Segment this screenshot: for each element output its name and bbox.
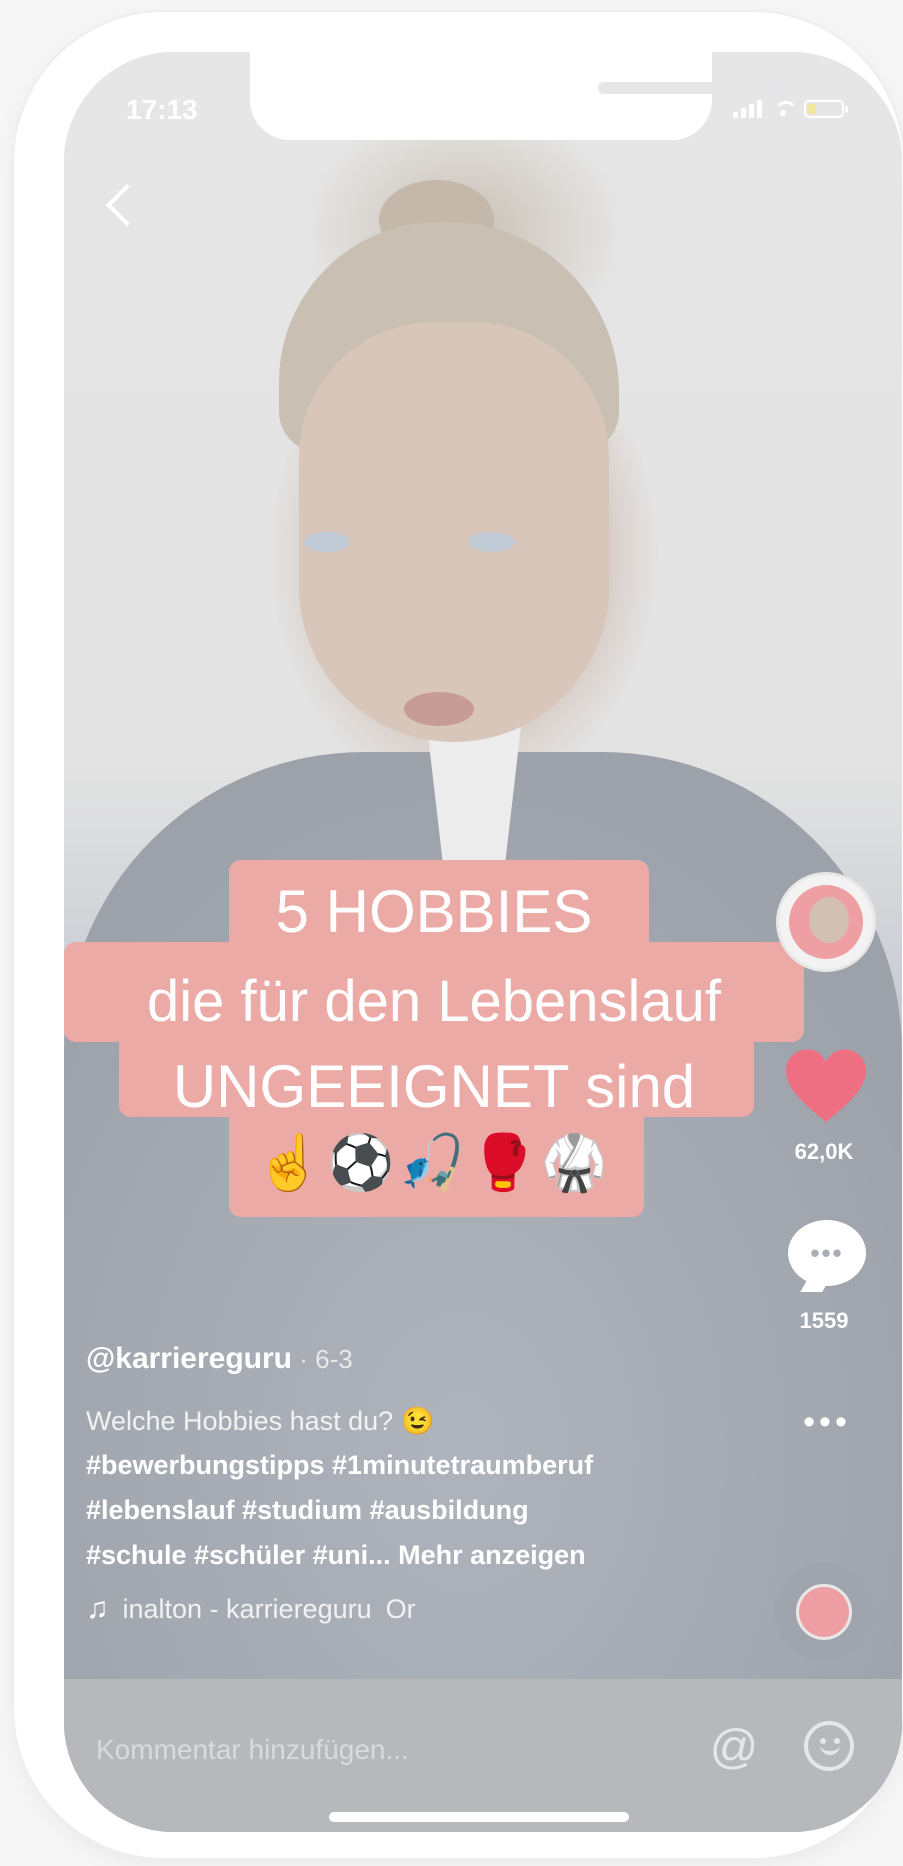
show-more-link[interactable]: Mehr anzeigen [398,1540,586,1570]
username-text[interactable]: @karriereguru [86,1342,292,1375]
emoji-icon[interactable] [804,1721,854,1771]
caption-hashtags[interactable]: #bewerbungstipps #1minutetraumberuf [86,1450,593,1481]
video-person-eye-left [304,532,350,552]
caption-text: Welche Hobbies hast du? 😉 [86,1406,435,1436]
status-icons [733,100,848,118]
sound-name[interactable]: inalton - karriereguru [123,1594,372,1625]
camera [770,76,794,100]
chevron-left-icon [105,183,149,227]
more-options-button[interactable]: ••• [784,1405,870,1442]
avatar-head [809,897,849,943]
video-person-face [299,322,609,742]
caption-username[interactable]: @karriereguru · 6-3 [86,1342,353,1376]
creator-avatar[interactable] [776,872,876,972]
comment-count: 1559 [799,1308,849,1333]
status-time: 17:13 [126,94,198,125]
caption-hashtags[interactable]: #schule #schüler #uni... Mehr anzeigen [86,1540,586,1571]
wifi-icon [772,101,798,117]
home-indicator [329,1812,629,1822]
like-heart-icon[interactable] [786,1047,866,1127]
video-person-eye-right [469,532,515,552]
overlay-title: 5 HOBBIES [275,878,593,945]
music-disc-icon[interactable] [774,1562,874,1662]
comment-bar: @ [64,1679,902,1832]
at-mention-icon[interactable]: @ [709,1723,759,1773]
phone-notch [250,52,794,140]
comment-input[interactable] [94,1733,598,1767]
sound-row[interactable]: ♫ inalton - karriereguru Or [86,1592,416,1626]
signal-icon [733,100,762,118]
speaker [598,82,716,94]
overlay-subtitle: die für den Lebenslauf [147,969,721,1034]
phone-frame: 17:13 5 HOBBIES die für den Lebenslauf U… [14,12,903,1858]
overlay-emojis: ☝️⚽🎣🥊🥋 [255,1133,613,1193]
disc-avatar [796,1584,852,1640]
battery-icon [804,100,848,118]
caption-hashtags[interactable]: #lebenslauf #studium #ausbildung [86,1495,529,1526]
like-count: 62,0K [794,1139,854,1164]
comment-dots: ••• [810,1238,844,1268]
video-person-mouth [404,692,474,726]
comment-icon[interactable]: ••• [788,1220,866,1286]
overlay-subtitle-2: UNGEEIGNET sind [172,1053,696,1120]
screen: 17:13 5 HOBBIES die für den Lebenslauf U… [64,52,902,1832]
post-date: · 6-3 [292,1344,353,1374]
back-button[interactable] [84,172,154,242]
caption-hashtags-text[interactable]: #schule #schüler #uni... [86,1540,391,1570]
music-note-icon: ♫ [86,1592,109,1625]
sound-name-suffix: Or [385,1593,416,1624]
